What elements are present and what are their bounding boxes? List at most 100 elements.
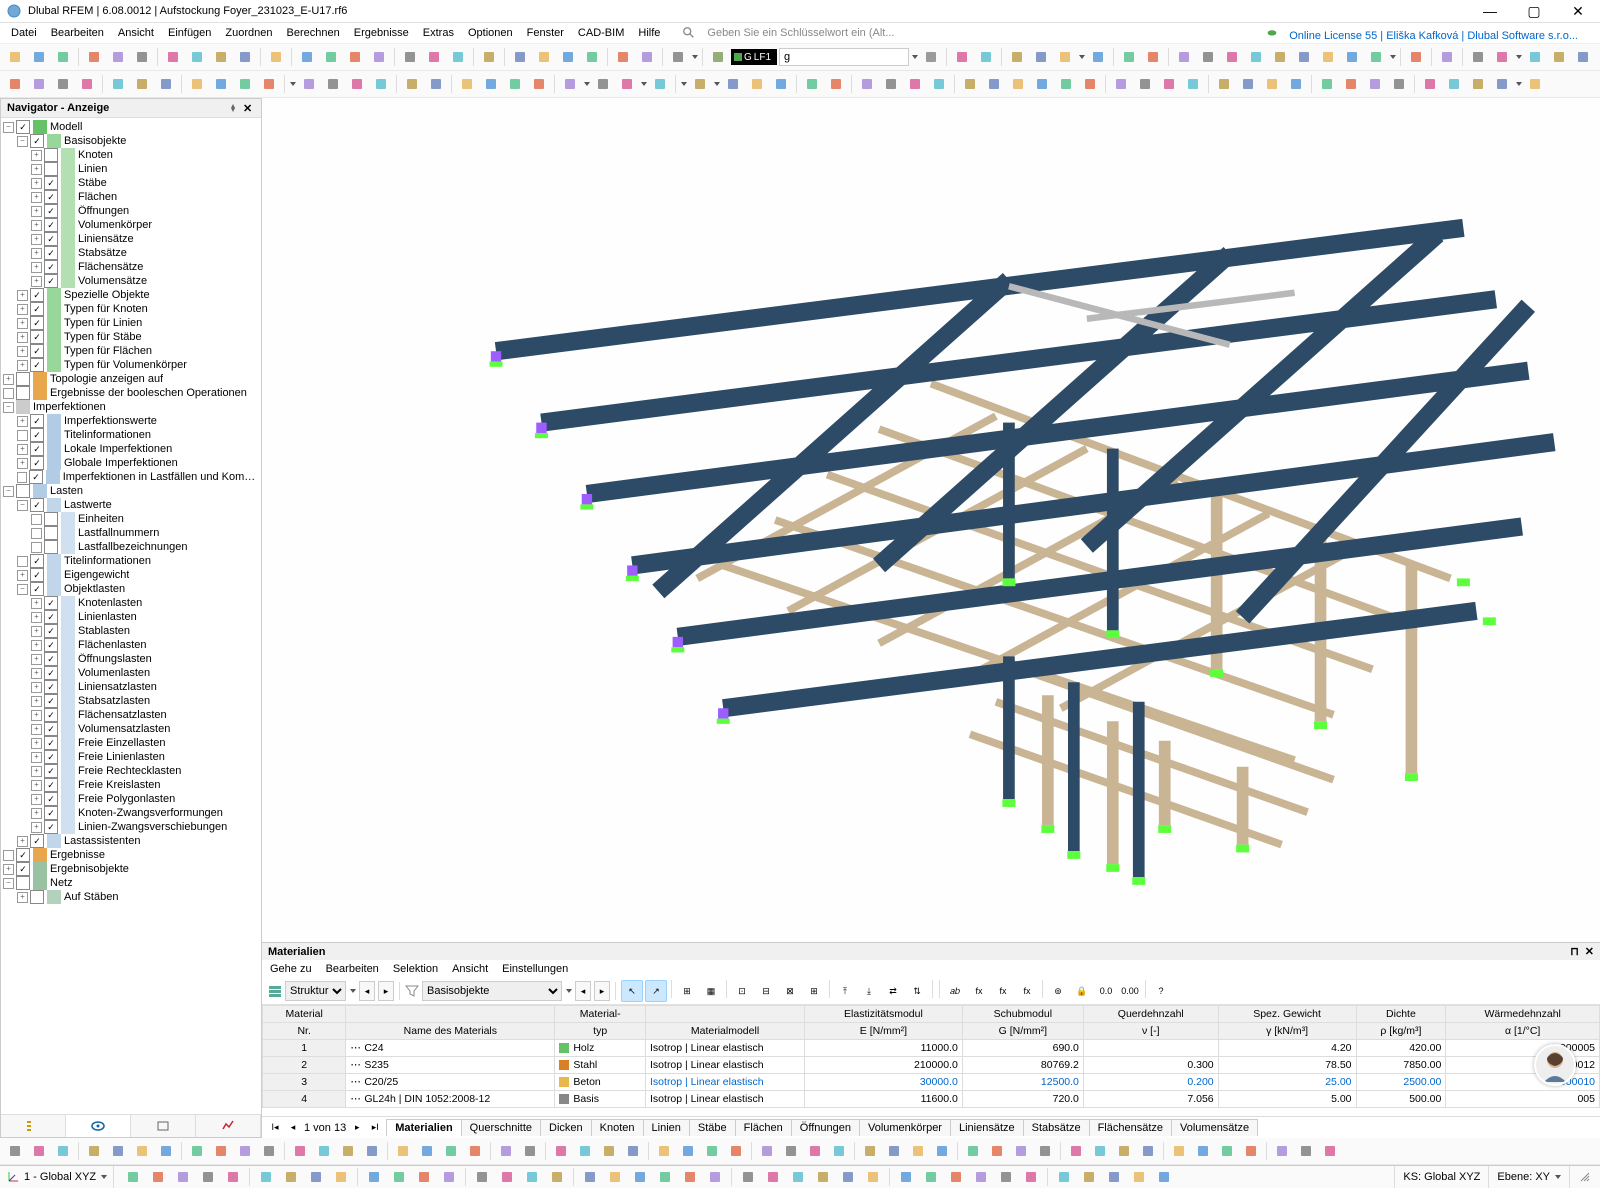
toolbar-btn-48[interactable]: [1548, 46, 1570, 68]
tree-checkbox[interactable]: [44, 792, 58, 806]
toolbar3-btn-1[interactable]: [28, 1140, 50, 1162]
expander-icon[interactable]: +: [31, 164, 42, 175]
expander-icon[interactable]: +: [31, 276, 42, 287]
expander-icon[interactable]: +: [17, 892, 28, 903]
toolbar3-btn-16[interactable]: [416, 1140, 438, 1162]
toolbar2-btn-12[interactable]: [322, 73, 344, 95]
toolbar2-btn-33[interactable]: [904, 73, 926, 95]
prev-button-2[interactable]: ◂: [575, 981, 591, 1001]
tree-item-18[interactable]: + Topologie anzeigen auf: [1, 372, 261, 386]
toolbar3-btn-18[interactable]: [464, 1140, 486, 1162]
tree-checkbox[interactable]: [44, 540, 58, 554]
toolbar3-btn-2[interactable]: [52, 1140, 74, 1162]
toolbar2-btn-7[interactable]: [186, 73, 208, 95]
tree-item-47[interactable]: + Freie Kreislasten: [1, 778, 261, 792]
toolbar2-btn-56[interactable]: [1491, 73, 1513, 95]
toolbar2-btn-48[interactable]: [1285, 73, 1307, 95]
tree-item-29[interactable]: Lastfallnummern: [1, 526, 261, 540]
toolbar3-btn-49[interactable]: [1271, 1140, 1293, 1162]
toolbar-btn-16[interactable]: [423, 46, 445, 68]
toolbar2-btn-53[interactable]: [1419, 73, 1441, 95]
bp-tool-3[interactable]: ▦: [700, 980, 722, 1002]
toolbar2-btn-4[interactable]: [107, 73, 129, 95]
menu-extras[interactable]: Extras: [416, 25, 461, 41]
status-btn-23[interactable]: [737, 1166, 759, 1188]
toolbar2-btn-44[interactable]: [1182, 73, 1204, 95]
tree-item-49[interactable]: + Knoten-Zwangsverformungen: [1, 806, 261, 820]
toolbar2-btn-38[interactable]: [1031, 73, 1053, 95]
toolbar-btn-6[interactable]: [162, 46, 184, 68]
toolbar3-btn-3[interactable]: [83, 1140, 105, 1162]
toolbar3-btn-34[interactable]: [883, 1140, 905, 1162]
tree-item-44[interactable]: + Freie Einzellasten: [1, 736, 261, 750]
tree-item-16[interactable]: + Typen für Flächen: [1, 344, 261, 358]
toolbar3-btn-36[interactable]: [931, 1140, 953, 1162]
toolbar-btn-50[interactable]: [1596, 46, 1600, 68]
tree-checkbox[interactable]: [30, 834, 44, 848]
tree-item-39[interactable]: + Volumenlasten: [1, 666, 261, 680]
bp-tool-0[interactable]: ↖: [621, 980, 643, 1002]
toolbar3-btn-27[interactable]: [701, 1140, 723, 1162]
tree-checkbox[interactable]: [44, 694, 58, 708]
tree-item-3[interactable]: + Linien: [1, 162, 261, 176]
toolbar-btn-1[interactable]: [28, 46, 50, 68]
toolbar2-btn-19[interactable]: [504, 73, 526, 95]
expander-icon[interactable]: [3, 850, 14, 861]
tree-item-28[interactable]: Einheiten: [1, 512, 261, 526]
table-row[interactable]: 2 ⋯S235 Stahl Isotrop | Linear elastisch…: [263, 1057, 1600, 1074]
toolbar3-btn-48[interactable]: [1240, 1140, 1262, 1162]
expander-icon[interactable]: +: [31, 626, 42, 637]
bp-tab-linien[interactable]: Linien: [643, 1119, 690, 1136]
tree-checkbox[interactable]: [30, 330, 44, 344]
tree-item-32[interactable]: + Eigengewicht: [1, 568, 261, 582]
tree-item-13[interactable]: + Typen für Knoten: [1, 302, 261, 316]
pin-icon[interactable]: [227, 102, 239, 114]
toolbar-btn-36[interactable]: [1221, 46, 1243, 68]
toolbar2-btn-13[interactable]: [346, 73, 368, 95]
expander-icon[interactable]: +: [31, 752, 42, 763]
toolbar-btn-38[interactable]: [1269, 46, 1291, 68]
close-button[interactable]: ✕: [1556, 0, 1600, 22]
toolbar2-btn-29[interactable]: [801, 73, 823, 95]
cs-selector[interactable]: 1 - Global XYZ: [0, 1166, 114, 1188]
toolbar2-btn-28[interactable]: [770, 73, 792, 95]
bp-tool-18[interactable]: 🔒: [1071, 980, 1093, 1002]
next-button-2[interactable]: ▸: [594, 981, 610, 1001]
toolbar2-btn-16[interactable]: [425, 73, 447, 95]
toolbar3-btn-23[interactable]: [598, 1140, 620, 1162]
tree-checkbox[interactable]: [16, 484, 30, 498]
tree-checkbox[interactable]: [44, 652, 58, 666]
toolbar2-btn-17[interactable]: [456, 73, 478, 95]
tree-checkbox[interactable]: [30, 358, 44, 372]
toolbar-btn-23[interactable]: [612, 46, 634, 68]
tree-checkbox[interactable]: [30, 134, 44, 148]
expander-icon[interactable]: +: [31, 668, 42, 679]
tree-checkbox[interactable]: [44, 512, 58, 526]
expander-icon[interactable]: +: [17, 304, 28, 315]
toolbar2-btn-35[interactable]: [959, 73, 981, 95]
tree-item-46[interactable]: + Freie Rechtecklasten: [1, 764, 261, 778]
pin-icon[interactable]: ⊓: [1570, 945, 1579, 958]
menu-berechnen[interactable]: Berechnen: [280, 25, 347, 41]
minimize-button[interactable]: —: [1468, 0, 1512, 22]
tree-checkbox[interactable]: [44, 708, 58, 722]
menu-zuordnen[interactable]: Zuordnen: [218, 25, 279, 41]
bp-tab-knoten[interactable]: Knoten: [591, 1119, 644, 1136]
expander-icon[interactable]: [31, 542, 42, 553]
toolbar2-btn-49[interactable]: [1316, 73, 1338, 95]
toolbar-btn-0[interactable]: [4, 46, 26, 68]
search-box[interactable]: Geben Sie ein Schlüsselwort ein (Alt...: [675, 23, 908, 43]
toolbar2-btn-24[interactable]: [649, 73, 671, 95]
toolbar3-btn-33[interactable]: [859, 1140, 881, 1162]
toolbar2-btn-6[interactable]: [155, 73, 177, 95]
tree-item-34[interactable]: + Knotenlasten: [1, 596, 261, 610]
bp-tool-15[interactable]: fx: [992, 980, 1014, 1002]
tree-item-15[interactable]: + Typen für Stäbe: [1, 330, 261, 344]
toolbar2-btn-34[interactable]: [928, 73, 950, 95]
toolbar3-btn-31[interactable]: [804, 1140, 826, 1162]
bp-tab-volumensätze[interactable]: Volumensätze: [1171, 1119, 1258, 1136]
bp-tool-13[interactable]: 𝑎𝑏: [944, 980, 966, 1002]
tree-checkbox[interactable]: [30, 498, 44, 512]
tree-checkbox[interactable]: [30, 428, 44, 442]
tree-checkbox[interactable]: [30, 582, 44, 596]
